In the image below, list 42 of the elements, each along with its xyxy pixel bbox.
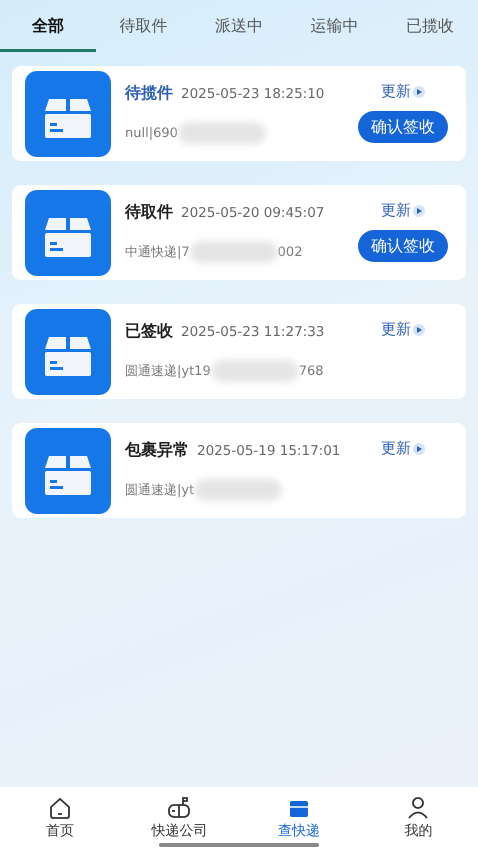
tracking-number-end: 002 [278, 244, 302, 260]
tab[interactable]: 已揽收 [382, 0, 478, 52]
parcel-card[interactable]: 待取件 2025-05-20 09:45:07 中通快递|7 002 更新 确认签收 [12, 185, 466, 280]
nav-tab[interactable]: 首页 [0, 787, 120, 840]
tab[interactable]: 派送中 [191, 0, 287, 52]
parcel-icon [25, 70, 111, 156]
parcel-time: 2025-05-23 11:27:33 [181, 324, 324, 340]
mailbox-icon [166, 795, 192, 821]
nav-tab[interactable]: 我的 [358, 787, 478, 840]
tracking-number: 中通快递|7 [125, 244, 190, 261]
parcel-time: 2025-05-20 09:45:07 [181, 204, 324, 220]
parcel-icon [25, 428, 111, 514]
tab[interactable]: 全部 [0, 0, 96, 52]
parcel-icon [25, 190, 111, 276]
tracking-number-end: 768 [298, 364, 324, 378]
refresh-link[interactable]: 更新 [381, 320, 425, 339]
parcel-time: 2025-05-19 15:17:01 [197, 442, 340, 458]
play-icon [413, 442, 425, 454]
nav-tab[interactable]: 快递公司 [120, 787, 239, 840]
play-icon [413, 204, 425, 216]
parcel-time: 2025-05-23 18:25:10 [181, 86, 324, 102]
refresh-link[interactable]: 更新 [381, 201, 425, 220]
parcel-status: 待取件 [125, 202, 173, 223]
parcel-icon [25, 308, 111, 394]
parcel-status: 已签收 [125, 321, 173, 342]
tab[interactable]: 运输中 [286, 0, 382, 52]
refresh-link[interactable]: 更新 [381, 439, 425, 458]
refresh-link[interactable]: 更新 [381, 82, 425, 101]
confirm-receipt-button[interactable]: 确认签收 [358, 111, 448, 143]
parcel-card[interactable]: 已签收 2025-05-23 11:27:33 圆通速递|yt19 768 更新 [12, 304, 466, 399]
parcel-card[interactable]: 待揽件 2025-05-23 18:25:10 null|690 更新 确认签收 [12, 66, 466, 161]
tracking-number: 圆通速递|yt19 [125, 363, 211, 380]
confirm-receipt-button[interactable]: 确认签收 [358, 230, 448, 262]
parcel-status: 待揽件 [125, 83, 173, 104]
tracking-number: null|690 [125, 126, 178, 140]
play-icon [413, 86, 425, 98]
nav-tab[interactable]: 查快递 [239, 787, 358, 840]
play-icon [413, 324, 425, 336]
tab[interactable]: 待取件 [96, 0, 192, 52]
tracking-number: 圆通速递|yt [125, 482, 194, 499]
parcel-card[interactable]: 包裹异常 2025-05-19 15:17:01 圆通速递|yt 更新 [12, 423, 466, 518]
parcel-status: 包裹异常 [125, 440, 189, 461]
